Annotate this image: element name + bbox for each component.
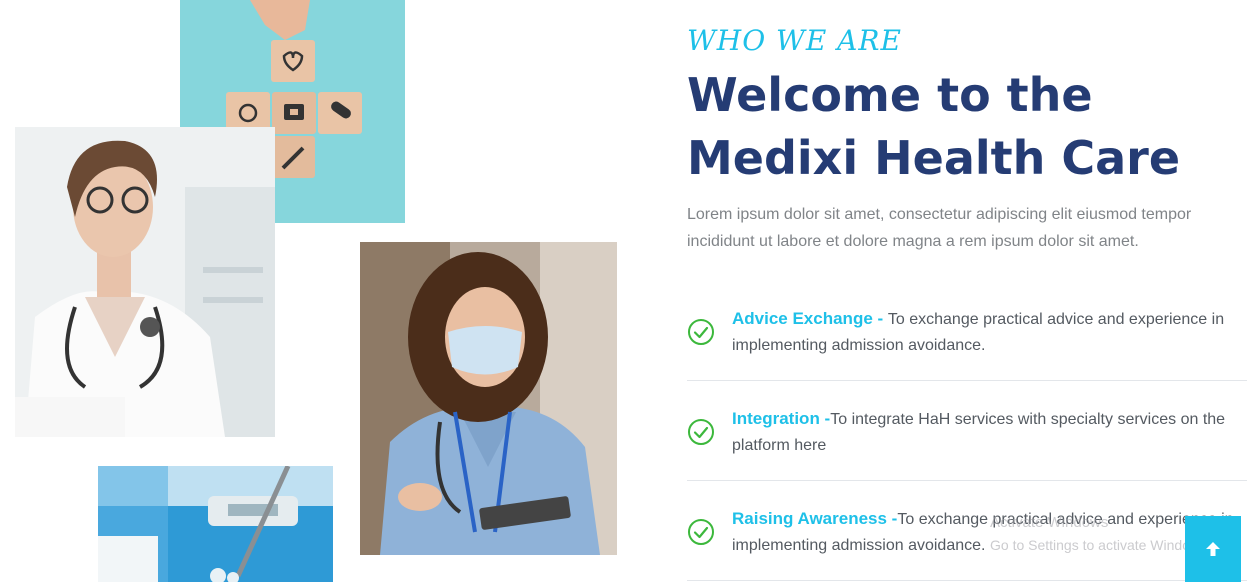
scroll-to-top-button[interactable]	[1185, 516, 1241, 582]
feature-title: Advice Exchange -	[732, 309, 888, 328]
intro-text: Lorem ipsum dolor sit amet, consectetur …	[687, 206, 1192, 250]
check-circle-icon	[688, 519, 714, 545]
feature-text: Advice Exchange - To exchange practical …	[732, 306, 1237, 359]
check-circle-icon	[688, 419, 714, 445]
feature-item: Integration -To integrate HaH services w…	[687, 380, 1247, 481]
feature-title: Integration -	[732, 409, 831, 428]
feature-item: Advice Exchange - To exchange practical …	[687, 280, 1247, 381]
nurse-masked-photo	[360, 242, 617, 555]
feature-text: Integration -To integrate HaH services w…	[732, 406, 1237, 459]
section-kicker: WHO WE ARE	[687, 24, 902, 57]
arrow-up-icon	[1206, 542, 1220, 556]
female-doctor-photo	[15, 127, 275, 437]
lab-equipment-photo	[98, 466, 333, 582]
page-title: Welcome to the Medixi Health Care	[687, 68, 1181, 185]
feature-title: Raising Awareness -	[732, 509, 898, 528]
check-circle-icon	[688, 319, 714, 345]
